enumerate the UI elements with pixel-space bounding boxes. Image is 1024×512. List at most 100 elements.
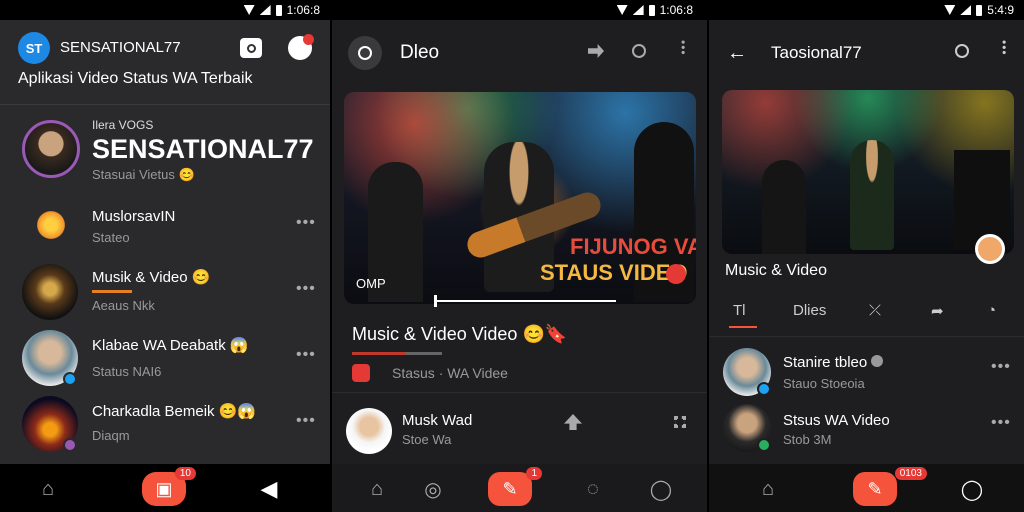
- video-progress-track[interactable]: [436, 300, 616, 302]
- user-row[interactable]: Musk Wad Stoe Wa: [332, 400, 707, 460]
- emoji-icon: 😊: [191, 269, 211, 286]
- more-icon[interactable]: •••: [296, 280, 316, 298]
- wifi-icon: [944, 5, 956, 15]
- video-thumbnail[interactable]: [722, 90, 1014, 254]
- featured-subtext: Stasuai Vietus 😊: [92, 167, 195, 182]
- guitarist-figure: [850, 140, 894, 250]
- list-item-sub: Stateo: [92, 230, 130, 245]
- list-item[interactable]: Musik & Video 😊 Aeaus Nkk •••: [0, 262, 330, 328]
- featured-title[interactable]: SENSATIONAL77: [92, 134, 314, 165]
- create-button[interactable]: ▣ 10: [142, 467, 196, 506]
- list-item-title: Klabae WA Deabatk 😱: [92, 337, 249, 354]
- video-player[interactable]: FIJUNOG VA STAUS VIDEO OMP: [344, 92, 696, 304]
- list-item[interactable]: Stanire tbleo Stauo Stoeoia •••: [709, 344, 1024, 400]
- more-icon[interactable]: •••: [296, 214, 316, 232]
- list-item-sub: Aeaus Nkk: [92, 298, 155, 313]
- list-item-title: Musik & Video 😊: [92, 269, 211, 286]
- back-icon[interactable]: ◀: [254, 474, 284, 504]
- more-vert-icon[interactable]: •••: [997, 40, 1011, 56]
- bottom-nav: ⌂ ✎ 0103 ◯: [709, 464, 1024, 512]
- create-button[interactable]: ✎ 1: [488, 467, 542, 506]
- signal-icon: [960, 5, 972, 15]
- home-icon[interactable]: ⌂: [33, 474, 63, 504]
- edit-icon: ✎: [502, 478, 518, 499]
- tab-second[interactable]: Dlies: [793, 302, 826, 319]
- search-icon[interactable]: [632, 44, 646, 58]
- emoji-icon: 😊🔖: [522, 324, 568, 344]
- flower-avatar: [30, 204, 72, 246]
- list-item[interactable]: Klabae WA Deabatk 😱 Status NAI6 •••: [0, 328, 330, 394]
- back-arrow-icon[interactable]: ←: [727, 42, 747, 65]
- play-button[interactable]: [975, 234, 1005, 264]
- list-item-sub: Stauo Stoeoia: [783, 376, 865, 391]
- wifi-icon: [243, 5, 255, 15]
- list-item-sub: Status NAI6: [92, 364, 162, 379]
- battery-icon: [976, 4, 983, 16]
- upload-icon[interactable]: [564, 414, 582, 430]
- status-dot-icon: [63, 438, 77, 452]
- video-progress-thumb[interactable]: [434, 295, 437, 307]
- verified-icon: [757, 438, 771, 452]
- concert-avatar: [22, 264, 78, 320]
- explore-icon[interactable]: ◎: [418, 474, 448, 504]
- tab-first[interactable]: Tl: [729, 302, 757, 328]
- home-screen: 1:06:8 ST SENSATIONAL77 Aplikasi Video S…: [0, 0, 330, 512]
- share-icon[interactable]: [588, 44, 604, 58]
- emoji-icon: 😊: [178, 167, 195, 182]
- wifi-icon: [616, 5, 628, 15]
- list-item[interactable]: Stsus WA Video Stob 3M •••: [709, 400, 1024, 456]
- list-item-title: Stanire tbleo: [783, 354, 884, 371]
- more-icon[interactable]: •••: [296, 412, 316, 430]
- profile-icon[interactable]: ◯: [646, 474, 676, 504]
- more-vert-icon[interactable]: •••: [676, 40, 690, 56]
- list-item-sub: Stob 3M: [783, 432, 832, 447]
- info-icon: [871, 355, 884, 367]
- status-time: 1:06:8: [286, 3, 320, 17]
- search-avatar-icon[interactable]: [348, 36, 382, 70]
- drummer-figure: [762, 160, 806, 254]
- chat-icon[interactable]: ◔: [987, 302, 996, 319]
- video-title: Music & Video Video 😊🔖: [352, 324, 568, 344]
- list-item-title: MuslorsavIN: [92, 208, 176, 225]
- emoji-icon: 😊😱: [218, 403, 257, 420]
- app-logo: ST: [18, 32, 50, 64]
- emoji-icon: 😱: [229, 337, 249, 354]
- gallery-icon: ▣: [155, 478, 173, 499]
- more-icon[interactable]: •••: [296, 346, 316, 364]
- list-item-title: Charkadla Bemeik 😊😱: [92, 403, 257, 420]
- featured-avatar[interactable]: [22, 120, 80, 178]
- source-icon: [352, 364, 370, 382]
- list-item[interactable]: MuslorsavIN Stateo •••: [0, 196, 330, 262]
- status-time: 1:06:8: [659, 3, 693, 17]
- list-item[interactable]: Charkadla Bemeik 😊😱 Diaqm •••: [0, 394, 330, 460]
- home-icon[interactable]: ⌂: [753, 474, 783, 504]
- signal-icon: [259, 5, 271, 15]
- user-avatar: [346, 408, 392, 454]
- header-title: Taosional77: [771, 43, 862, 62]
- notification-badge: 0103: [894, 467, 927, 480]
- status-bar: 5:4:9: [709, 0, 1024, 20]
- grid-icon[interactable]: [674, 416, 686, 428]
- home-icon[interactable]: ⌂: [362, 474, 392, 504]
- bottom-nav: ⌂ ▣ 10 ◀: [0, 464, 330, 512]
- section-divider: [0, 104, 330, 105]
- app-subtitle: Aplikasi Video Status WA Terbaik: [18, 70, 253, 87]
- notification-icon[interactable]: [288, 34, 314, 60]
- shuffle-icon[interactable]: ⤫: [869, 302, 881, 319]
- app-name: SENSATIONAL77: [60, 39, 181, 56]
- record-icon[interactable]: [666, 264, 686, 284]
- user-sub: Stoe Wa: [402, 432, 452, 447]
- forward-icon[interactable]: ➦: [931, 302, 944, 320]
- create-button[interactable]: ✎ 0103: [853, 467, 927, 506]
- more-icon[interactable]: •••: [991, 358, 1011, 376]
- more-icon[interactable]: •••: [991, 414, 1011, 432]
- search-icon[interactable]: [955, 44, 969, 58]
- video-corner-label: OMP: [356, 276, 386, 291]
- verified-icon: [63, 372, 77, 386]
- profile-icon[interactable]: ◯: [957, 474, 987, 504]
- status-bar: 1:06:8: [332, 0, 707, 20]
- featured-small-label: Ilera VOGS: [92, 118, 154, 132]
- video-overlay-line1: FIJUNOG VA: [570, 234, 696, 259]
- chat-icon[interactable]: ◌: [578, 474, 608, 504]
- camera-icon[interactable]: [240, 38, 262, 58]
